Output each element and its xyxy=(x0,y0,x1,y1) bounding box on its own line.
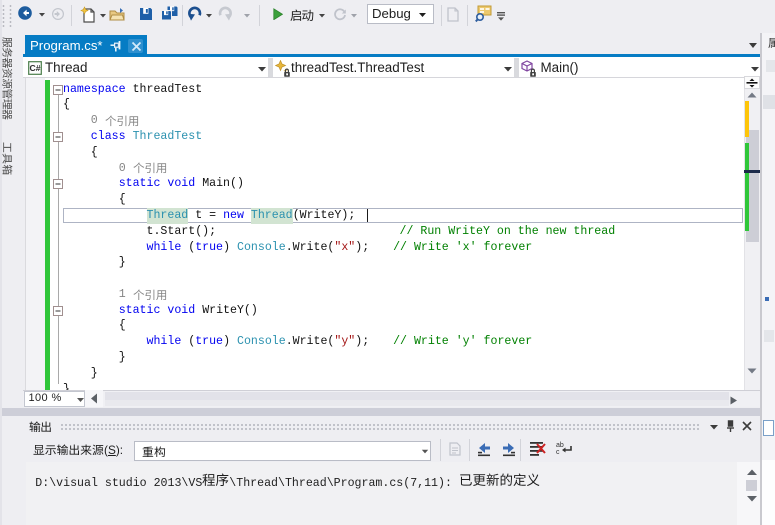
svg-text:ab: ab xyxy=(556,442,564,449)
svg-text:c: c xyxy=(556,449,560,456)
svg-text:C#: C# xyxy=(29,63,40,73)
